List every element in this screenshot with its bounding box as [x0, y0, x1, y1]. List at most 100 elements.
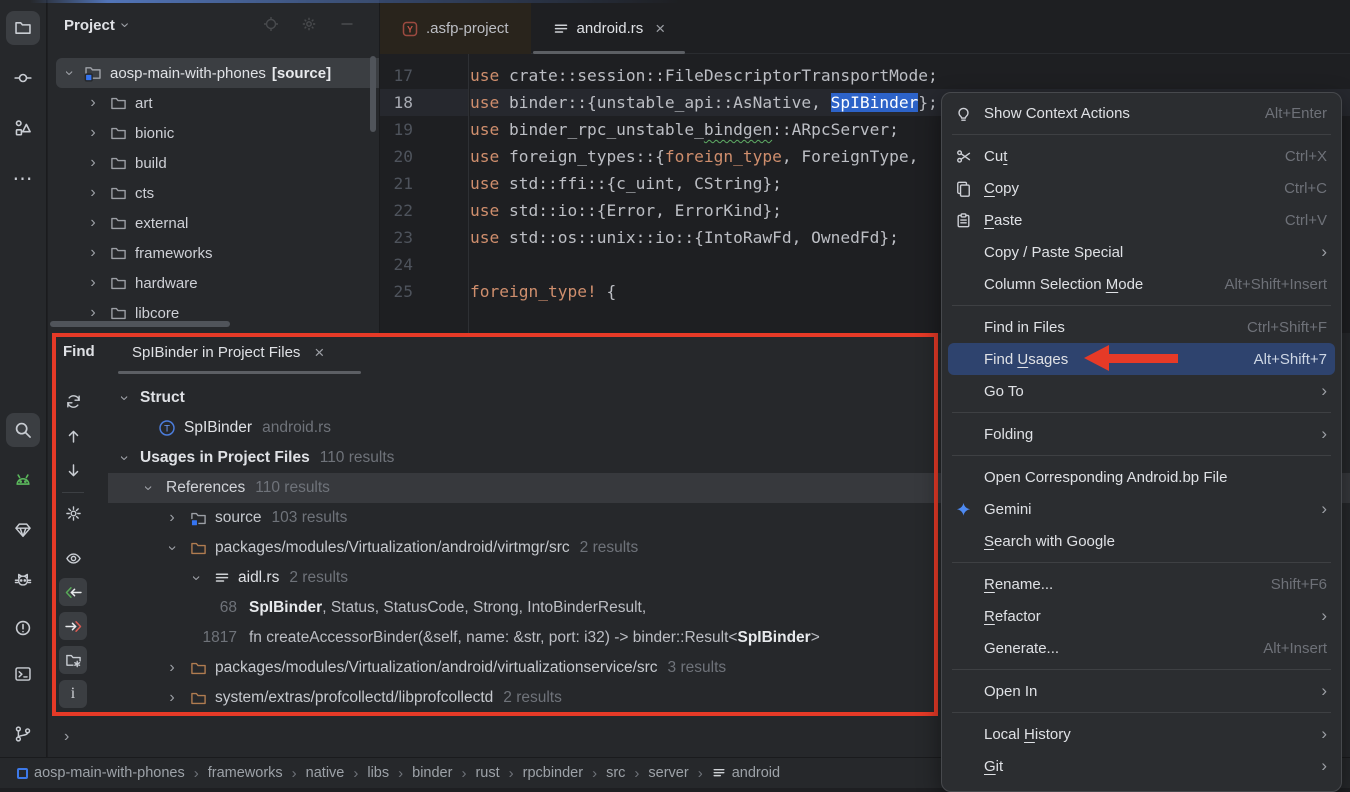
preview-toggle-button[interactable]: [59, 544, 87, 572]
line-number: 17: [380, 62, 468, 89]
result-count: 110 results: [320, 449, 395, 467]
menu-item-go-to[interactable]: Go To ›: [942, 375, 1341, 407]
app-insights-tool-button[interactable]: [6, 513, 40, 547]
type-badge-icon: T: [158, 419, 176, 437]
breadcrumb-item-root[interactable]: aosp-main-with-phones: [17, 765, 185, 781]
menu-item-rename[interactable]: Rename... Shift+F6: [942, 568, 1341, 600]
file-name: aidl.rs: [238, 569, 279, 587]
menu-item-open-android-bp[interactable]: Open Corresponding Android.bp File: [942, 461, 1341, 493]
breadcrumb-item[interactable]: src: [606, 765, 625, 781]
tab-android-rs[interactable]: android.rs ×: [531, 3, 688, 54]
menu-item-label: Git: [984, 758, 1003, 775]
folder-icon: [110, 95, 127, 112]
gem-icon: [14, 521, 32, 539]
structure-tool-button[interactable]: [6, 111, 40, 145]
terminal-tool-button[interactable]: [6, 657, 40, 691]
git-tool-button[interactable]: [6, 717, 40, 751]
project-tool-button[interactable]: [6, 11, 40, 45]
tree-row-label: frameworks: [135, 245, 213, 262]
close-icon[interactable]: ×: [655, 19, 665, 39]
rerun-search-button[interactable]: [59, 387, 87, 415]
text-file-icon: [712, 766, 726, 780]
chevron-collapsed-icon: ›: [84, 215, 102, 231]
menu-item-find-usages[interactable]: Find Usages Alt+Shift+7: [948, 343, 1335, 375]
line-number-current: 18: [380, 89, 468, 116]
menu-item-copy[interactable]: Copy Ctrl+C: [942, 172, 1341, 204]
more-tools-button[interactable]: ⋯: [6, 161, 40, 195]
android-icon: [14, 471, 32, 489]
menu-item-copy-paste-special[interactable]: Copy / Paste Special ›: [942, 236, 1341, 268]
breadcrumb-item[interactable]: native: [306, 765, 345, 781]
menu-shortcut: Ctrl+X: [1285, 148, 1327, 165]
menu-item-local-history[interactable]: Local History ›: [942, 718, 1341, 750]
tree-row-art[interactable]: ›art: [48, 88, 379, 118]
navigate-to-source-toggle[interactable]: [59, 578, 87, 606]
search-settings-button[interactable]: [59, 499, 87, 527]
breadcrumb-item[interactable]: rpcbinder: [523, 765, 583, 781]
copy-icon: [955, 180, 972, 197]
tree-row-external[interactable]: ›external: [48, 208, 379, 238]
group-by-directory-toggle[interactable]: [59, 646, 87, 674]
usage-match: SpIBinder: [737, 629, 810, 646]
breadcrumb-item[interactable]: frameworks: [208, 765, 283, 781]
breadcrumb-item[interactable]: rust: [475, 765, 499, 781]
menu-item-generate[interactable]: Generate... Alt+Insert: [942, 632, 1341, 664]
menu-item-folding[interactable]: Folding ›: [942, 418, 1341, 450]
show-info-toggle[interactable]: i: [59, 680, 87, 708]
tab-asfp-project[interactable]: Y .asfp-project: [380, 3, 531, 54]
breadcrumb-item[interactable]: binder: [412, 765, 452, 781]
close-icon[interactable]: ×: [314, 343, 324, 363]
tree-row-bionic[interactable]: ›bionic: [48, 118, 379, 148]
struct-location: android.rs: [262, 419, 331, 437]
problems-tool-button[interactable]: [6, 611, 40, 645]
menu-item-open-in[interactable]: Open In ›: [942, 675, 1341, 707]
folder-icon: [110, 215, 127, 232]
tree-row-build[interactable]: ›build: [48, 148, 379, 178]
breadcrumb-separator: ›: [398, 765, 403, 782]
submenu-arrow-icon: ›: [1321, 242, 1327, 262]
previous-occurrence-button[interactable]: [59, 422, 87, 450]
logcat-tool-button[interactable]: [6, 463, 40, 497]
menu-item-search-with-google[interactable]: Search with Google: [942, 525, 1341, 557]
menu-item-column-selection-mode[interactable]: Column Selection Mode Alt+Shift+Insert: [942, 268, 1341, 300]
navigate-from-source-toggle[interactable]: [59, 612, 87, 640]
collapsed-node-chevron[interactable]: ›: [64, 729, 69, 745]
menu-item-show-context-actions[interactable]: Show Context Actions Alt+Enter: [942, 97, 1341, 129]
menu-item-gemini[interactable]: Gemini ›: [942, 493, 1341, 525]
active-tab-indicator: [118, 371, 361, 374]
breadcrumb-item-file[interactable]: android: [712, 765, 780, 781]
menu-item-cut[interactable]: Cut Ctrl+X: [942, 140, 1341, 172]
project-horizontal-scrollbar[interactable]: [50, 321, 230, 327]
usage-text: SpIBinder, Status, StatusCode, Strong, I…: [249, 599, 646, 617]
project-panel-header[interactable]: Project ›: [48, 0, 379, 50]
chevron-expanded-icon: ›: [61, 64, 77, 82]
commit-tool-button[interactable]: [6, 61, 40, 95]
breadcrumb-item[interactable]: libs: [367, 765, 389, 781]
chevron-collapsed-icon: ›: [84, 95, 102, 111]
chevron-expanded-icon: ›: [164, 538, 180, 558]
tree-row-cts[interactable]: ›cts: [48, 178, 379, 208]
locate-file-icon[interactable]: [263, 16, 279, 32]
project-vertical-scrollbar[interactable]: [370, 56, 376, 132]
structure-icon: [14, 119, 32, 137]
menu-item-refactor[interactable]: Refactor ›: [942, 600, 1341, 632]
next-occurrence-button[interactable]: [59, 456, 87, 484]
menu-item-find-in-files[interactable]: Find in Files Ctrl+Shift+F: [942, 311, 1341, 343]
tree-row-hardware[interactable]: ›hardware: [48, 268, 379, 298]
text-file-icon: [214, 570, 230, 586]
tree-row-frameworks[interactable]: ›frameworks: [48, 238, 379, 268]
hide-panel-icon[interactable]: [339, 16, 355, 32]
breadcrumb-separator: ›: [461, 765, 466, 782]
settings-icon[interactable]: [301, 16, 317, 32]
result-count: 110 results: [255, 479, 330, 497]
menu-item-paste[interactable]: Paste Ctrl+V: [942, 204, 1341, 236]
project-root-row[interactable]: › aosp-main-with-phones[source]: [56, 58, 379, 88]
folder-icon: [110, 125, 127, 142]
breadcrumb-item[interactable]: server: [648, 765, 688, 781]
menu-item-label: Cut: [984, 148, 1007, 165]
device-tool-button[interactable]: [6, 563, 40, 597]
find-results-tab[interactable]: SpIBinder in Project Files ×: [118, 333, 338, 372]
menu-item-git[interactable]: Git ›: [942, 750, 1341, 782]
find-tool-button[interactable]: [6, 413, 40, 447]
project-panel: Project › › aosp-main-with-phones[source…: [48, 0, 380, 333]
